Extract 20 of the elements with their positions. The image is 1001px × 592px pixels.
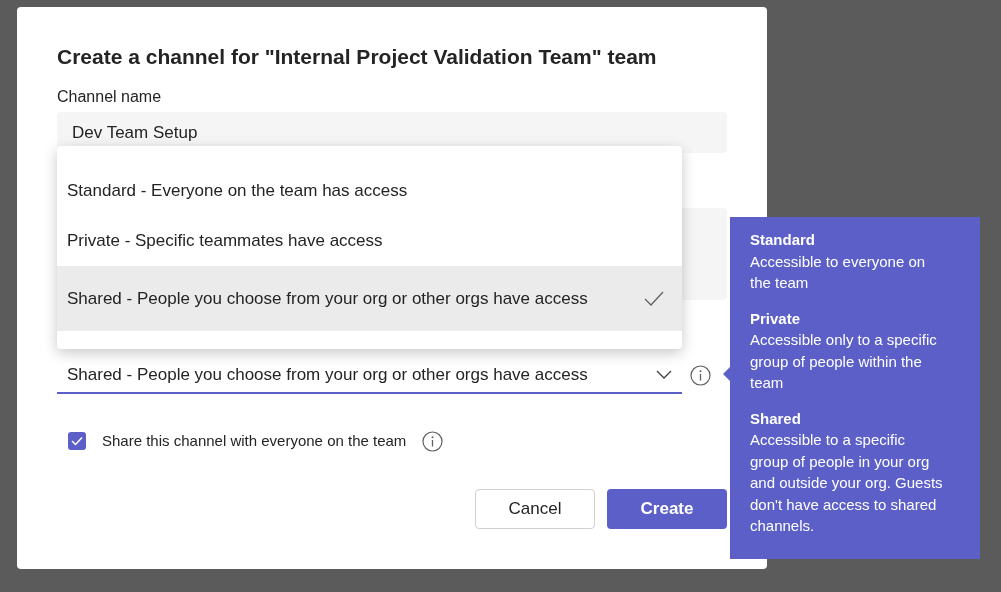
- tooltip-text: Accessible to a specific group of people in your org and outside your org. Guests don't have access to shared channels.: [750, 430, 944, 536]
- tooltip-text: Accessible to everyone on the team: [750, 251, 927, 293]
- info-icon[interactable]: [422, 430, 444, 452]
- dropdown-option[interactable]: Standard - Everyone on the team has access: [57, 166, 682, 216]
- check-icon: [71, 436, 83, 447]
- checkbox-label: Share this channel with everyone on the team: [102, 431, 407, 451]
- cancel-button[interactable]: Cancel: [475, 489, 595, 529]
- tooltip-heading: Shared: [750, 408, 802, 429]
- dropdown-option[interactable]: Private - Specific teammates have access: [57, 216, 682, 266]
- checkbox[interactable]: [68, 432, 86, 451]
- info-icon[interactable]: [690, 365, 711, 386]
- dialog-title: Create a channel for "Internal Project Validation Team" team: [57, 44, 658, 70]
- tooltip-text: Accessible only to a specific group of people within the team: [750, 330, 938, 393]
- check-icon: [644, 290, 664, 307]
- field-label: Channel name: [57, 87, 163, 107]
- dropdown-option[interactable]: Shared - People you choose from your org or other orgs have access: [57, 266, 682, 331]
- tooltip-heading: Private: [750, 308, 802, 329]
- tooltip-heading: Standard: [750, 230, 816, 250]
- chevron-icon: [656, 370, 672, 379]
- create-button[interactable]: Create: [607, 489, 727, 529]
